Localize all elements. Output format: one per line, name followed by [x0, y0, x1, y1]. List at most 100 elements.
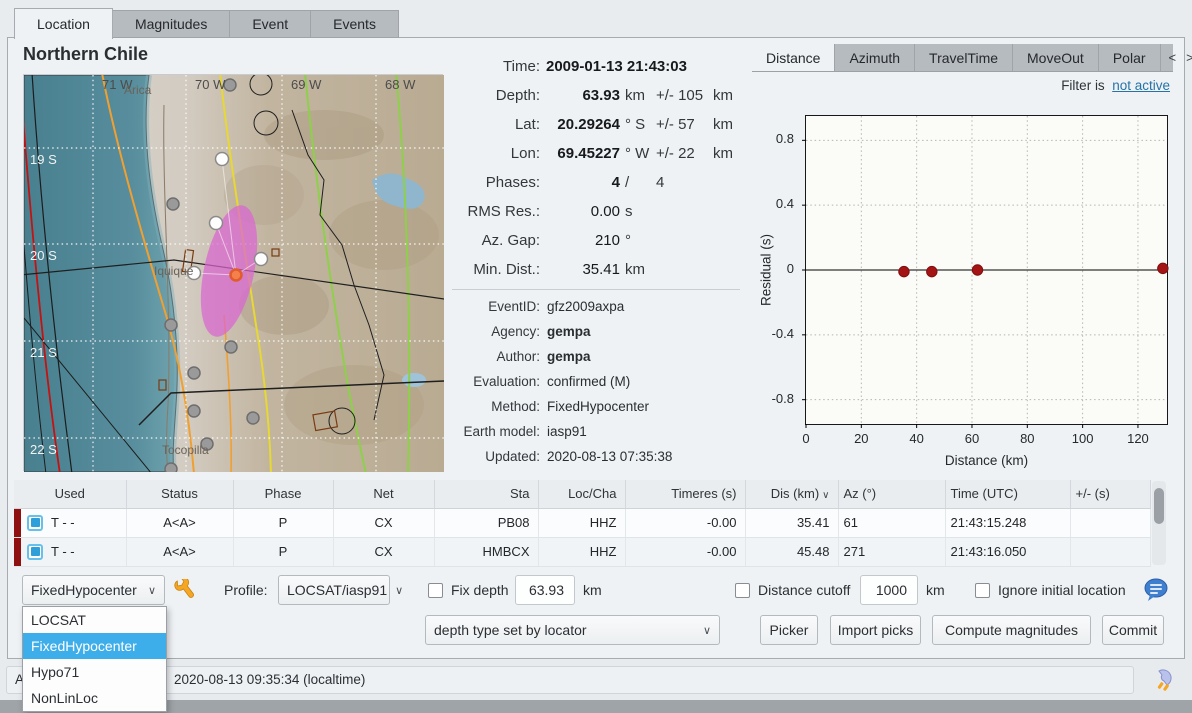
- col-loccha[interactable]: Loc/Cha: [538, 480, 625, 508]
- col-time[interactable]: Time (UTC): [945, 480, 1070, 508]
- locator-option-fixedhypocenter[interactable]: FixedHypocenter: [23, 633, 166, 659]
- region-map[interactable]: 71 W 70 W 69 W 68 W 19 S 20 S 21 S 22 S …: [23, 74, 443, 471]
- used-checkbox[interactable]: [27, 544, 43, 560]
- locator-select[interactable]: FixedHypocenter ∨: [22, 575, 165, 605]
- origin-phases-row: Phases: 4 / 4: [452, 168, 744, 197]
- plot-xlabel: Distance (km): [805, 453, 1168, 468]
- svg-text:70 W: 70 W: [195, 77, 226, 92]
- agency-label: Agency:: [452, 324, 540, 339]
- svg-text:Iquique: Iquique: [154, 264, 194, 278]
- col-err[interactable]: +/- (s): [1070, 480, 1150, 508]
- evaluation-value: confirmed (M): [540, 374, 630, 389]
- tab-magnitudes[interactable]: Magnitudes: [113, 10, 230, 38]
- ignore-initial-location-label: Ignore initial location: [998, 582, 1126, 598]
- azgap-value: 210: [540, 232, 620, 249]
- svg-text:21 S: 21 S: [30, 345, 57, 360]
- col-dis[interactable]: Dis (km)∨: [745, 480, 838, 508]
- info-divider: [452, 289, 740, 290]
- distance-cutoff-label: Distance cutoff: [758, 582, 850, 598]
- time-label: Time:: [452, 58, 540, 75]
- depth-unit-label: km: [583, 582, 602, 598]
- x-tick-label: 100: [1063, 431, 1103, 446]
- plot-tab-bar: Distance Azimuth TravelTime MoveOut Pola…: [752, 44, 1173, 72]
- tab-magnitudes-label: Magnitudes: [135, 16, 207, 32]
- arrival-row-pb08[interactable]: T - - A<A> P CX PB08 HHZ -0.00 35.41 61 …: [14, 508, 1150, 537]
- epicenter-marker[interactable]: [231, 270, 242, 281]
- mindist-value: 35.41: [540, 261, 620, 278]
- x-tick-label: 60: [952, 431, 992, 446]
- rms-value: 0.00: [540, 203, 620, 220]
- tab-scroll-buttons: < >: [1161, 44, 1192, 71]
- y-tick-label: -0.8: [772, 391, 794, 406]
- profile-select[interactable]: LOCSAT/iasp91 ∨: [278, 575, 390, 605]
- svg-text:68 W: 68 W: [385, 77, 416, 92]
- author-value: gempa: [540, 349, 591, 364]
- cutoff-input[interactable]: [860, 575, 918, 605]
- svg-text:Tocopilla: Tocopilla: [162, 443, 209, 457]
- y-tick-label: 0.4: [776, 196, 794, 211]
- fix-depth-label: Fix depth: [451, 582, 509, 598]
- tab-event[interactable]: Event: [230, 10, 311, 38]
- table-scrollbar[interactable]: [1152, 481, 1166, 565]
- picker-button[interactable]: Picker: [760, 615, 818, 645]
- phases-label: Phases:: [452, 174, 540, 191]
- author-label: Author:: [452, 349, 540, 364]
- table-scrollbar-thumb[interactable]: [1154, 488, 1164, 524]
- commit-button[interactable]: Commit: [1102, 615, 1164, 645]
- comment-bubble-icon[interactable]: [1142, 577, 1170, 603]
- fix-depth-checkbox[interactable]: [428, 583, 443, 598]
- import-picks-button[interactable]: Import picks: [830, 615, 921, 645]
- col-az[interactable]: Az (°): [838, 480, 945, 508]
- ignore-initial-location-checkbox[interactable]: [975, 583, 990, 598]
- origin-time-row: Time: 2009-01-13 21:43:03: [452, 52, 744, 81]
- method-label: Method:: [452, 399, 540, 414]
- cutoff-unit-label: km: [926, 582, 945, 598]
- residual-color-bar: [14, 509, 21, 537]
- arrivals-header-row: Used Status Phase Net Sta Loc/Cha Timere…: [14, 480, 1150, 508]
- plot-tab-distance[interactable]: Distance: [752, 44, 835, 71]
- y-tick-label: 0.8: [776, 131, 794, 146]
- locator-option-hypo71[interactable]: Hypo71: [23, 659, 166, 685]
- origin-azgap-row: Az. Gap: 210 °: [452, 226, 744, 255]
- connection-plug-icon[interactable]: [1150, 665, 1178, 693]
- tab-scroll-left-icon[interactable]: <: [1169, 50, 1177, 65]
- tab-event-label: Event: [252, 16, 288, 32]
- col-sta[interactable]: Sta: [434, 480, 538, 508]
- col-timeres[interactable]: Timeres (s): [625, 480, 745, 508]
- residual-plot[interactable]: [805, 115, 1168, 425]
- col-net[interactable]: Net: [333, 480, 434, 508]
- compute-magnitudes-button[interactable]: Compute magnitudes: [932, 615, 1091, 645]
- chevron-down-icon: ∨: [695, 624, 711, 637]
- locator-option-nonlinloc[interactable]: NonLinLoc: [23, 685, 166, 711]
- method-value: FixedHypocenter: [540, 399, 649, 414]
- tab-events[interactable]: Events: [311, 10, 399, 38]
- col-status[interactable]: Status: [126, 480, 233, 508]
- tab-scroll-right-icon[interactable]: >: [1186, 50, 1192, 65]
- x-tick-label: 40: [897, 431, 937, 446]
- plot-ytick-labels: 0.80.40-0.4-0.8: [760, 116, 798, 426]
- used-flags: T - -: [51, 515, 75, 530]
- plot-tab-polar[interactable]: Polar: [1099, 44, 1161, 71]
- distance-cutoff-checkbox[interactable]: [735, 583, 750, 598]
- event-details: EventID:gfz2009axpa Agency:gempa Author:…: [452, 294, 744, 469]
- window-bottom-edge: [0, 700, 1192, 713]
- depth-input[interactable]: [515, 575, 575, 605]
- filter-link[interactable]: not active: [1112, 78, 1170, 93]
- chevron-down-icon: ∨: [140, 584, 156, 597]
- plot-tab-azimuth[interactable]: Azimuth: [835, 44, 915, 71]
- origin-mindist-row: Min. Dist.: 35.41 km: [452, 255, 744, 284]
- depth-type-select[interactable]: depth type set by locator ∨: [425, 615, 720, 645]
- tab-location[interactable]: Location: [14, 8, 113, 39]
- residual-color-bar: [14, 538, 21, 566]
- col-phase[interactable]: Phase: [233, 480, 333, 508]
- svg-text:Arica: Arica: [124, 83, 152, 97]
- plot-tab-moveout[interactable]: MoveOut: [1013, 44, 1099, 71]
- plot-tab-traveltime[interactable]: TravelTime: [915, 44, 1013, 71]
- used-checkbox[interactable]: [27, 515, 43, 531]
- locator-option-locsat[interactable]: LOCSAT: [23, 607, 166, 633]
- arrival-row-hmbcx[interactable]: T - - A<A> P CX HMBCX HHZ -0.00 45.48 27…: [14, 537, 1150, 566]
- map-lake-small: [402, 373, 426, 387]
- col-used[interactable]: Used: [14, 480, 126, 508]
- x-tick-label: 0: [786, 431, 826, 446]
- locator-settings-wrench-icon[interactable]: [172, 579, 196, 603]
